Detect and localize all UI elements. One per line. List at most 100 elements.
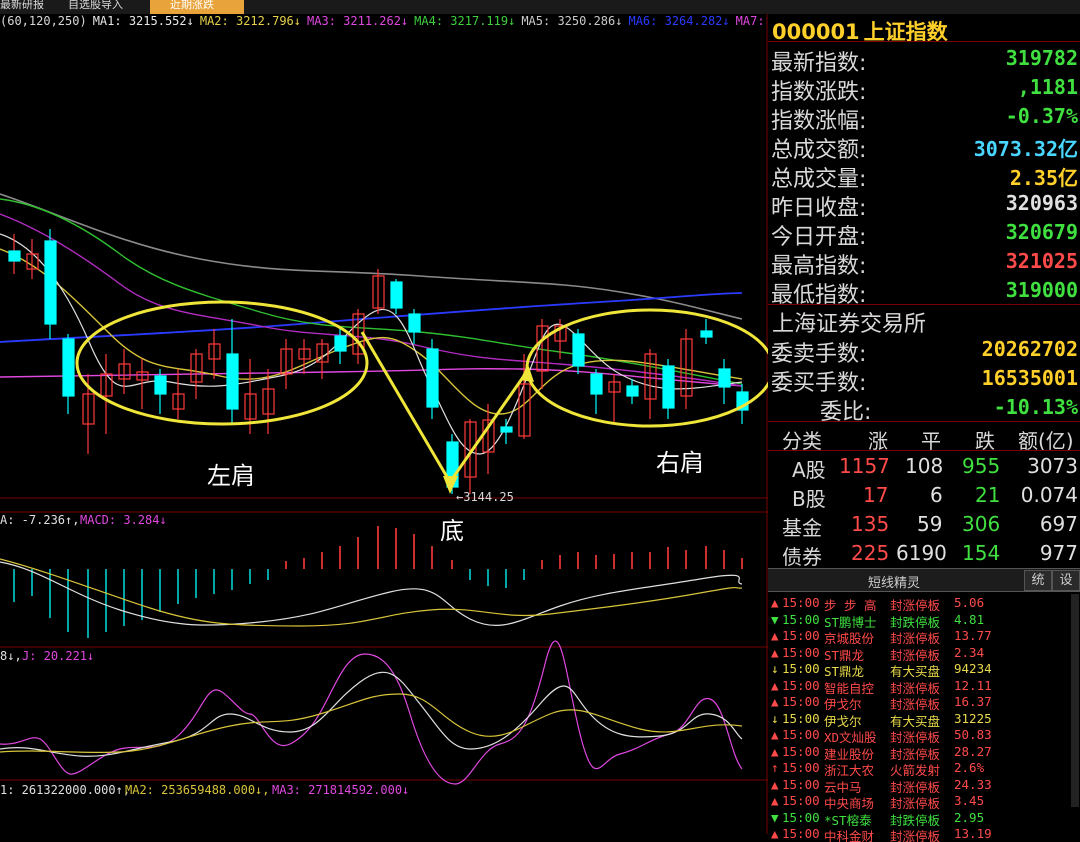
short-line-item[interactable]: ▲ 15:00 京城股份 封涨停板 13.77	[768, 628, 1080, 644]
short-line-event: 封跌停板	[890, 812, 941, 826]
short-line-time: 15:00	[782, 793, 820, 808]
short-line-value: 5.06	[954, 595, 985, 610]
short-line-item[interactable]: ▲ 15:00 中科金财 封涨停板 13.19	[768, 826, 1080, 842]
short-line-item[interactable]: ▼ 15:00 ST鹏博士 封跌停板 4.81	[768, 612, 1080, 628]
short-line-stock-name: 建业股份	[824, 746, 875, 760]
short-line-stock-name: 步 步 高	[824, 598, 877, 611]
short-line-event: 有大买盘	[890, 664, 941, 677]
short-line-value: 16.37	[954, 694, 992, 709]
quote-row-turnover: 总成交额: 3073.32亿	[771, 137, 1078, 163]
short-line-item[interactable]: ▲ 15:00 伊戈尔 封涨停板 16.37	[768, 694, 1080, 710]
short-line-time: 15:00	[782, 743, 820, 759]
short-line-item[interactable]: ▲ 15:00 云中马 封涨停板 24.33	[768, 777, 1080, 793]
short-line-mark-icon: ▲	[771, 727, 779, 742]
short-line-mark-icon: ▼	[771, 611, 779, 627]
quote-row-bid-volume: 委买手数: 16535001	[771, 366, 1078, 396]
short-line-time: 15:00	[782, 760, 820, 775]
short-line-event: 封涨停板	[890, 796, 941, 809]
kline-chart[interactable]: ←3144.25 左肩 右肩 底 A: -7.236↑, MACD: 3.284…	[0, 14, 768, 834]
short-line-event: 有大买盘	[890, 713, 941, 727]
short-line-value: 2.95	[954, 809, 985, 825]
short-line-item[interactable]: ▲ 15:00 建业股份 封涨停板 28.27	[768, 744, 1080, 760]
short-line-item[interactable]: ▲ 15:00 中央商场 封涨停板 3.45	[768, 793, 1080, 809]
top-tab-bar: 最新研报 自选股导入 近期涨跌	[0, 0, 1080, 14]
market-breadth-header: 分类 涨 平 跌 额(亿)	[782, 429, 1074, 453]
short-line-stock-name: ST鼎龙	[824, 664, 865, 677]
short-line-mark-icon: ▲	[771, 776, 779, 792]
bottom-label: 底	[440, 517, 464, 545]
short-line-item[interactable]: ▲ 15:00 ST鼎龙 封涨停板 2.34	[768, 645, 1080, 661]
short-line-time: 15:00	[782, 710, 820, 726]
short-line-event: 封涨停板	[890, 779, 941, 793]
tab-research-report[interactable]: 最新研报	[0, 0, 60, 14]
macd-dif-line	[0, 561, 743, 626]
short-line-event: 封跌停板	[890, 614, 941, 628]
vol-ma2-label: MA2: 253659488.000↓,	[125, 783, 270, 797]
short-line-scrollbar[interactable]	[1071, 594, 1079, 807]
macd-histogram	[13, 526, 743, 638]
tab-import-watchlist[interactable]: 自选股导入	[68, 0, 144, 14]
kdj-j-label: J: 20.221↓	[22, 649, 94, 663]
short-line-time: 15:00	[782, 644, 820, 660]
short-line-mark-icon: ▲	[771, 793, 779, 808]
short-line-value: 31225	[954, 710, 992, 726]
ma-green-line	[0, 198, 743, 385]
short-line-mark-icon: ▲	[771, 743, 779, 759]
short-line-mark-icon: ▲	[771, 628, 779, 643]
short-line-item[interactable]: ↑ 15:00 浙江大农 火箭发射 2.6%	[768, 760, 1080, 776]
short-line-value: 2.6%	[954, 760, 985, 775]
short-line-time: 15:00	[782, 611, 820, 627]
kdj-j-line	[0, 640, 743, 785]
short-line-value: 24.33	[954, 776, 992, 792]
short-line-mark-icon: ▲	[771, 694, 779, 709]
macd-value-label: MACD: 3.284↓	[80, 513, 167, 527]
quote-row-change-pct: 指数涨幅: -0.37%	[771, 104, 1078, 134]
short-line-time: 15:00	[782, 694, 820, 709]
short-line-time: 15:00	[782, 776, 820, 792]
short-line-stock-name: XD文灿股	[824, 730, 877, 743]
short-line-item[interactable]: ▲ 15:00 步 步 高封涨停板 5.06	[768, 595, 1080, 611]
short-line-mark-icon: ↓	[771, 661, 779, 676]
market-breadth-row: 基金 135 59 306 697	[782, 512, 1078, 540]
short-line-item[interactable]: ↓ 15:00 ST鼎龙 有大买盘 94234	[768, 661, 1080, 677]
short-line-header: 短线精灵 统 设	[768, 568, 1080, 592]
short-line-settings-button[interactable]: 设	[1052, 570, 1080, 591]
short-line-value: 12.11	[954, 677, 992, 693]
short-line-value: 94234	[954, 661, 992, 676]
short-line-item[interactable]: ▲ 15:00 XD文灿股 封涨停板 50.83	[768, 727, 1080, 743]
quote-row-ask-volume: 委卖手数: 20262702	[771, 337, 1078, 367]
quote-row-prev-close: 昨日收盘: 320963	[771, 191, 1078, 221]
quote-row-change: 指数涨跌: ,1181	[771, 75, 1078, 105]
market-breadth-row: A股 1157 108 955 3073	[792, 454, 1078, 482]
short-line-time: 15:00	[782, 661, 820, 676]
short-line-value: 50.83	[954, 727, 992, 742]
short-line-stock-name: 中科金财	[824, 829, 875, 842]
short-line-item[interactable]: ▲ 15:00 智能自控 封涨停板 12.11	[768, 678, 1080, 694]
short-line-stock-name: *ST榕泰	[824, 812, 872, 826]
short-line-value: 2.34	[954, 644, 985, 660]
short-line-mark-icon: ↓	[771, 710, 779, 726]
short-line-time: 15:00	[782, 677, 820, 693]
short-line-title: 短线精灵	[868, 576, 921, 591]
market-breadth-row: B股 17 6 21 0.074	[792, 483, 1078, 511]
short-line-time: 15:00	[782, 628, 820, 643]
right-shoulder-ellipse	[525, 308, 768, 428]
short-line-stats-button[interactable]: 统	[1024, 570, 1052, 591]
kdj-d-label: 8↓,	[0, 649, 22, 663]
v-bottom-lines	[360, 331, 530, 485]
short-line-mark-icon: ▲	[771, 595, 779, 610]
short-line-time: 15:00	[782, 595, 820, 610]
short-line-item[interactable]: ↓ 15:00 伊戈尔 有大买盘 31225	[768, 711, 1080, 727]
short-line-event: 封涨停板	[890, 631, 941, 644]
quote-row-latest: 最新指数: 319782	[771, 46, 1078, 76]
short-line-stock-name: 伊戈尔	[824, 697, 862, 710]
short-line-mark-icon: ▼	[771, 809, 779, 825]
short-line-stock-name: 伊戈尔	[824, 713, 862, 727]
tab-recent-change[interactable]: 近期涨跌	[150, 0, 244, 14]
short-line-stock-name: 中央商场	[824, 796, 875, 809]
short-line-value: 4.81	[954, 611, 985, 627]
short-line-event: 封涨停板	[890, 746, 941, 760]
short-line-item[interactable]: ▼ 15:00 *ST榕泰 封跌停板 2.95	[768, 810, 1080, 826]
low-price-label: ←3144.25	[456, 490, 514, 504]
quote-row-volume: 总成交量: 2.35亿	[771, 166, 1078, 192]
